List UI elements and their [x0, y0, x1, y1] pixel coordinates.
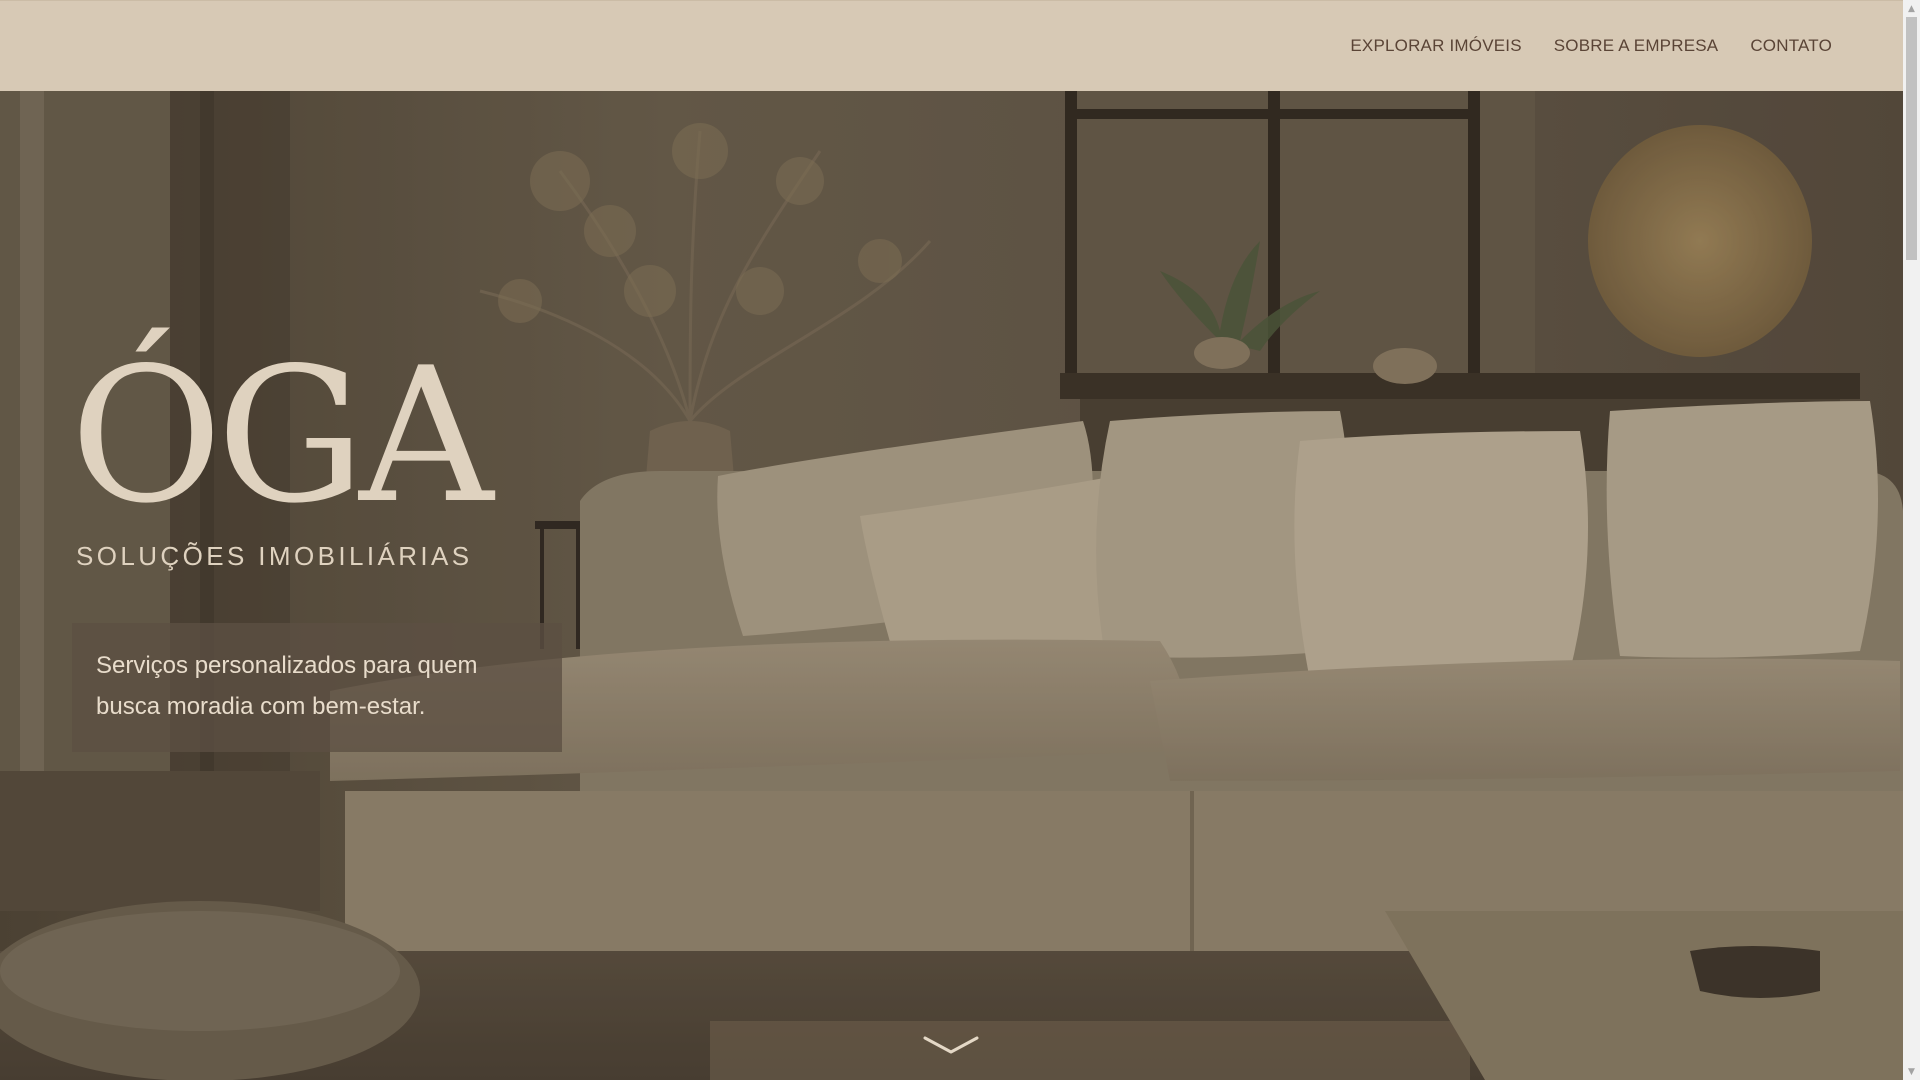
- scroll-down-arrow-icon[interactable]: ▼: [1903, 1063, 1920, 1080]
- page: EXPLORAR IMÓVEIS SOBRE A EMPRESA CONTATO: [0, 0, 1920, 1080]
- nav-sobre-a-empresa[interactable]: SOBRE A EMPRESA: [1554, 36, 1719, 56]
- brand-logo[interactable]: ÓGA SOLUÇÕES IMOBILIÁRIAS: [70, 343, 493, 583]
- tagline-box: Serviços personalizados para quem busca …: [72, 623, 562, 752]
- nav-explorar-imoveis[interactable]: EXPLORAR IMÓVEIS: [1350, 36, 1521, 56]
- page-scrollbar[interactable]: ▲ ▼: [1903, 0, 1920, 1080]
- main-nav: EXPLORAR IMÓVEIS SOBRE A EMPRESA CONTATO: [1350, 0, 1832, 91]
- nav-contato[interactable]: CONTATO: [1750, 36, 1832, 56]
- tagline-text: Serviços personalizados para quem busca …: [96, 652, 478, 720]
- hero-overlay: [0, 91, 1903, 1080]
- logo-subtitle: SOLUÇÕES IMOBILIÁRIAS: [76, 541, 473, 571]
- logo-wordmark: ÓGA: [70, 327, 493, 544]
- site-header: EXPLORAR IMÓVEIS SOBRE A EMPRESA CONTATO: [0, 0, 1903, 91]
- chevron-down-icon[interactable]: [923, 1034, 979, 1056]
- scroll-up-arrow-icon[interactable]: ▲: [1903, 0, 1920, 17]
- hero-section: ÓGA SOLUÇÕES IMOBILIÁRIAS Serviços perso…: [0, 91, 1903, 1080]
- scrollbar-thumb[interactable]: [1906, 17, 1917, 260]
